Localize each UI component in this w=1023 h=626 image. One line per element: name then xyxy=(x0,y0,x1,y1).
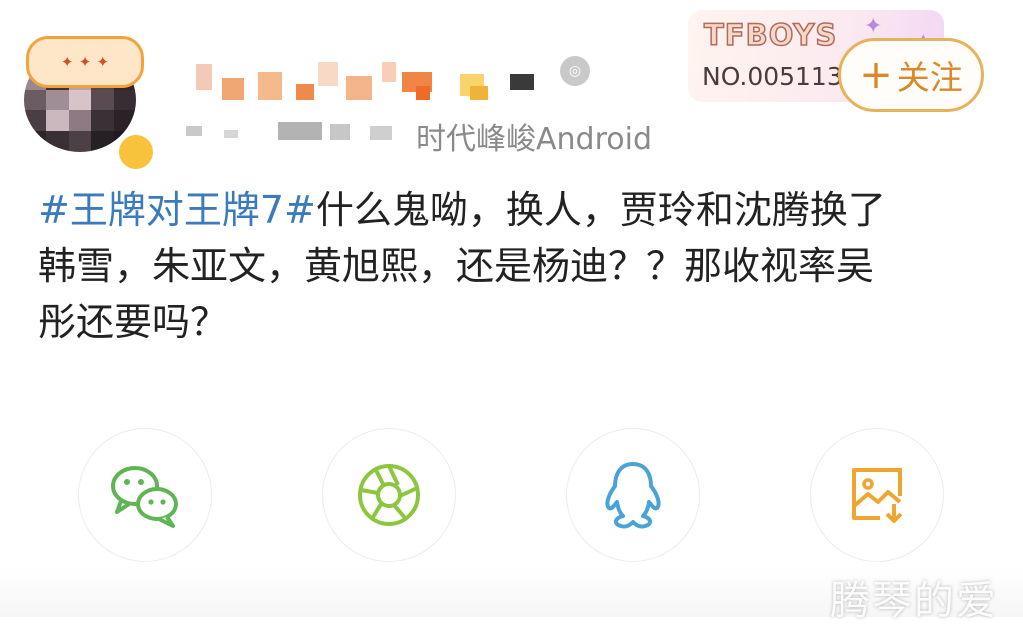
plus-icon: + xyxy=(859,52,893,98)
watermark-text: 腾琴的爱 xyxy=(830,578,998,624)
follow-button[interactable]: + 关注 xyxy=(838,38,984,112)
avatar-sticker-icon: ✦ ✦ ✦ xyxy=(26,36,144,88)
share-wechat-button[interactable] xyxy=(78,428,212,562)
username-blurred[interactable] xyxy=(178,50,598,106)
hashtag-link[interactable]: #王牌对王牌7# xyxy=(38,188,316,232)
post-line-1: #王牌对王牌7#什么鬼呦，换人，贾玲和沈腾换了 xyxy=(38,182,998,238)
post-line-3: 彤还要吗？ xyxy=(38,300,229,344)
fan-card-number: NO.005113 xyxy=(702,62,843,91)
sparkle-icon: ✦ xyxy=(864,14,883,39)
post-text: 什么鬼呦，换人，贾玲和沈腾换了 xyxy=(315,188,886,232)
moments-shutter-icon xyxy=(358,464,420,526)
save-image-button[interactable] xyxy=(810,428,944,562)
share-moments-button[interactable] xyxy=(322,428,456,562)
member-level-icon: ◎ xyxy=(560,56,590,86)
share-options xyxy=(0,428,1023,568)
user-avatar[interactable]: ✦ ✦ ✦ xyxy=(24,36,156,172)
follow-label: 关注 xyxy=(896,58,963,97)
post-meta-row: 时代峰峻Android xyxy=(180,110,720,157)
post-content: #王牌对王牌7#什么鬼呦，换人，贾玲和沈腾换了 韩雪，朱亚文，黄旭熙，还是杨迪？… xyxy=(38,182,998,350)
verified-badge-icon xyxy=(116,132,156,172)
wechat-icon xyxy=(111,466,178,528)
fan-card-title: TFBOYS xyxy=(703,17,838,53)
qq-penguin-icon xyxy=(605,462,661,529)
save-image-icon xyxy=(852,468,903,523)
post-source: 时代峰峻Android xyxy=(416,122,652,157)
share-qq-button[interactable] xyxy=(566,428,700,562)
post-line-2: 韩雪，朱亚文，黄旭熙，还是杨迪？？那收视率吴 xyxy=(38,244,875,288)
